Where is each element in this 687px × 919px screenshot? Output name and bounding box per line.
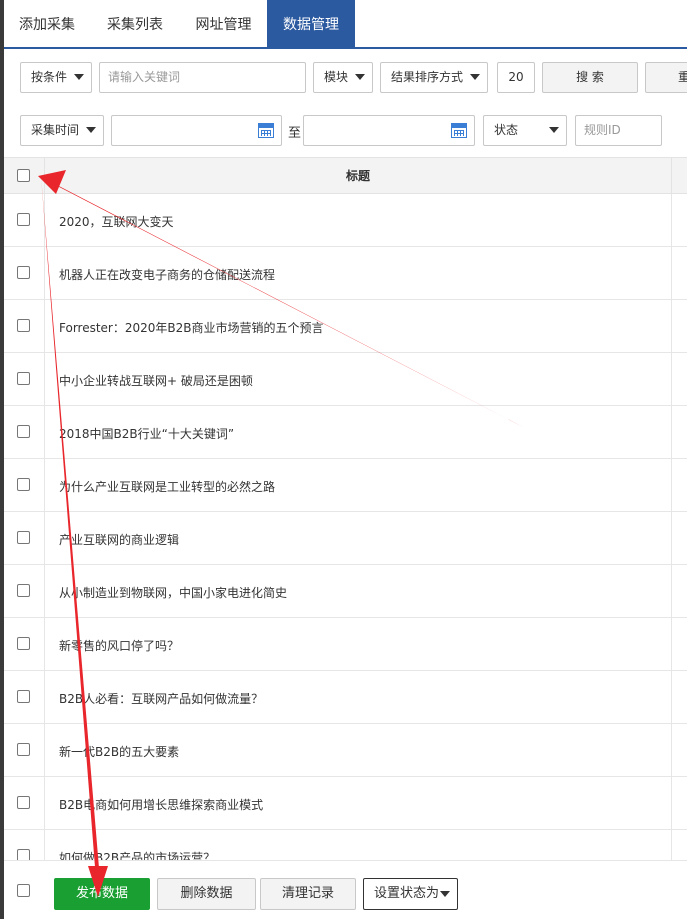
table-row: Forrester：2020年B2B商业市场营销的五个预言: [4, 300, 687, 353]
table-row: 2020，互联网大变天: [4, 194, 687, 247]
module-select-value: 模块: [324, 70, 349, 84]
chevron-down-icon: [355, 74, 365, 80]
page-size-input[interactable]: 20: [497, 62, 535, 93]
row-checkbox[interactable]: [17, 690, 30, 703]
reset-button[interactable]: 重: [645, 62, 687, 93]
row-title[interactable]: 中小企业转战互联网+ 破局还是困顿: [59, 372, 253, 389]
calendar-icon[interactable]: [258, 123, 274, 138]
row-title[interactable]: 新一代B2B的五大要素: [59, 743, 179, 760]
row-checkbox[interactable]: [17, 266, 30, 279]
chevron-down-icon: [440, 891, 450, 897]
row-title[interactable]: 如何做B2B产品的市场运营？: [59, 849, 215, 860]
row-checkbox[interactable]: [17, 213, 30, 226]
time-select-value: 采集时间: [31, 123, 80, 137]
row-title[interactable]: B2B人必看：互联网产品如何做流量？: [59, 690, 263, 707]
table-row: 产业互联网的商业逻辑: [4, 512, 687, 565]
tab-data-management[interactable]: 数据管理: [267, 0, 355, 47]
sort-select-value: 结果排序方式: [391, 70, 464, 84]
condition-select[interactable]: 按条件: [20, 62, 92, 93]
page-size-value: 20: [508, 70, 524, 84]
table-row: 新零售的风口停了吗？: [4, 618, 687, 671]
rule-id-placeholder: 规则ID: [584, 123, 621, 137]
clear-records-button[interactable]: 清理记录: [260, 878, 356, 910]
rule-id-input[interactable]: 规则ID: [575, 115, 662, 146]
date-start-input[interactable]: [111, 115, 282, 146]
row-title[interactable]: 2018中国B2B行业“十大关键词”: [59, 425, 234, 442]
row-checkbox[interactable]: [17, 796, 30, 809]
set-status-value: 设置状态为: [374, 886, 440, 901]
row-checkbox[interactable]: [17, 637, 30, 650]
table-row: 从小制造业到物联网，中国小家电进化简史: [4, 565, 687, 618]
bulk-action-bar: 发布数据 删除数据 清理记录 设置状态为: [4, 860, 687, 919]
title-column-header: 标题: [345, 169, 370, 183]
chevron-down-icon: [549, 127, 559, 133]
select-all-checkbox[interactable]: [17, 169, 30, 182]
row-checkbox[interactable]: [17, 478, 30, 491]
keyword-input[interactable]: 请输入关键词: [99, 62, 306, 93]
row-checkbox[interactable]: [17, 743, 30, 756]
row-checkbox[interactable]: [17, 372, 30, 385]
row-checkbox[interactable]: [17, 849, 30, 860]
table-row: 2018中国B2B行业“十大关键词”: [4, 406, 687, 459]
row-checkbox[interactable]: [17, 584, 30, 597]
search-button[interactable]: 搜 索: [542, 62, 638, 93]
chevron-down-icon: [74, 74, 84, 80]
table-row: B2B电商如何用增长思维探索商业模式: [4, 777, 687, 830]
time-select[interactable]: 采集时间: [20, 115, 104, 146]
table-body: 2020，互联网大变天 机器人正在改变电子商务的仓储配送流程 Forrester…: [4, 194, 687, 860]
tab-url-management[interactable]: 网址管理: [180, 0, 267, 47]
publish-data-button[interactable]: 发布数据: [54, 878, 150, 910]
row-title[interactable]: Forrester：2020年B2B商业市场营销的五个预言: [59, 319, 324, 336]
delete-data-button[interactable]: 删除数据: [157, 878, 256, 910]
row-title[interactable]: 从小制造业到物联网，中国小家电进化简史: [59, 584, 287, 601]
chevron-down-icon: [470, 74, 480, 80]
table-header: 标题: [4, 157, 687, 194]
row-title[interactable]: 为什么产业互联网是工业转型的必然之路: [59, 478, 275, 495]
table-row: 中小企业转战互联网+ 破局还是困顿: [4, 353, 687, 406]
row-title[interactable]: 2020，互联网大变天: [59, 213, 174, 230]
row-checkbox[interactable]: [17, 531, 30, 544]
sort-select[interactable]: 结果排序方式: [380, 62, 488, 93]
calendar-icon[interactable]: [451, 123, 467, 138]
keyword-placeholder: 请输入关键词: [108, 70, 181, 84]
tab-collection-list[interactable]: 采集列表: [90, 0, 180, 47]
set-status-select[interactable]: 设置状态为: [363, 878, 458, 910]
row-title[interactable]: 新零售的风口停了吗？: [59, 637, 179, 654]
condition-select-value: 按条件: [31, 70, 68, 84]
status-select-value: 状态: [494, 123, 519, 137]
tab-add-collection[interactable]: 添加采集: [4, 0, 90, 47]
table-row: 新一代B2B的五大要素: [4, 724, 687, 777]
tab-bar: 添加采集 采集列表 网址管理 数据管理: [4, 0, 687, 49]
row-checkbox[interactable]: [17, 319, 30, 332]
status-select[interactable]: 状态: [483, 115, 567, 146]
table-row: 为什么产业互联网是工业转型的必然之路: [4, 459, 687, 512]
module-select[interactable]: 模块: [313, 62, 373, 93]
table-row: 如何做B2B产品的市场运营？: [4, 830, 687, 860]
row-title[interactable]: 机器人正在改变电子商务的仓储配送流程: [59, 266, 275, 283]
row-title[interactable]: 产业互联网的商业逻辑: [59, 531, 179, 548]
row-checkbox[interactable]: [17, 425, 30, 438]
row-title[interactable]: B2B电商如何用增长思维探索商业模式: [59, 796, 263, 813]
footer-select-all-checkbox[interactable]: [17, 884, 30, 897]
chevron-down-icon: [86, 127, 96, 133]
date-end-input[interactable]: [303, 115, 475, 146]
date-to-label: 至: [288, 126, 302, 141]
table-row: 机器人正在改变电子商务的仓储配送流程: [4, 247, 687, 300]
column-divider: [671, 158, 672, 194]
table-row: B2B人必看：互联网产品如何做流量？: [4, 671, 687, 724]
